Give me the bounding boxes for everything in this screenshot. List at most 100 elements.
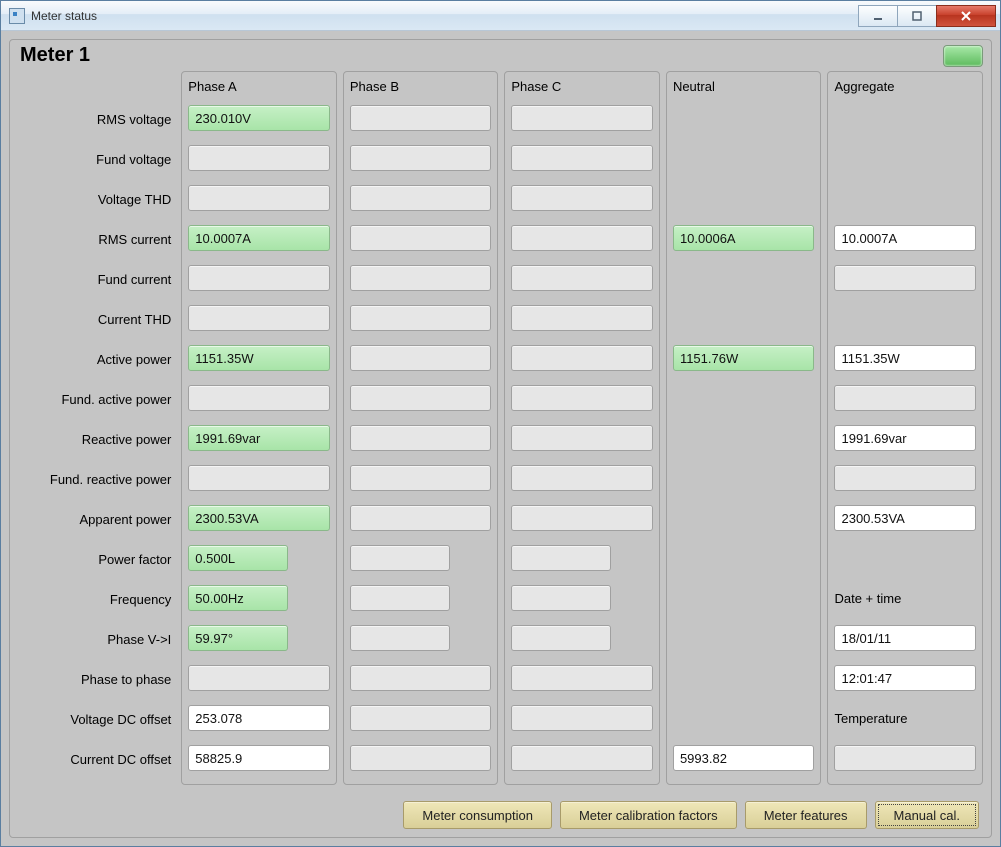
aggregate-temperature-label: Temperature — [834, 698, 976, 738]
phase-a-current-dc-offset: 58825.9 — [188, 745, 330, 771]
phase-c-phase-to-phase — [511, 665, 653, 691]
column-aggregate: Aggregate 10.0007A 1151.35W 1991.69var 2… — [827, 71, 983, 785]
phase-b-fund-current — [350, 265, 492, 291]
phase-c-voltage-dc-offset — [511, 705, 653, 731]
phase-c-rms-current — [511, 225, 653, 251]
phase-c-phase-vi — [511, 625, 611, 651]
minimize-icon — [872, 10, 884, 22]
column-neutral: Neutral 10.0006A 1151.76W — [666, 71, 822, 785]
maximize-icon — [911, 10, 923, 22]
phase-c-current-dc-offset — [511, 745, 653, 771]
aggregate-fund-current — [834, 265, 976, 291]
aggregate-date: 18/01/11 — [834, 625, 976, 651]
phase-b-current-thd — [350, 305, 492, 331]
label-phase-vi: Phase V->I — [18, 619, 173, 659]
label-apparent-power: Apparent power — [18, 499, 173, 539]
meter-calibration-factors-button[interactable]: Meter calibration factors — [560, 801, 737, 829]
close-icon — [960, 10, 972, 22]
phase-a-frequency: 50.00Hz — [188, 585, 288, 611]
phase-c-current-thd — [511, 305, 653, 331]
phase-b-voltage-dc-offset — [350, 705, 492, 731]
close-button[interactable] — [936, 5, 996, 27]
phase-b-phase-vi — [350, 625, 450, 651]
phase-b-frequency — [350, 585, 450, 611]
phase-a-voltage-dc-offset: 253.078 — [188, 705, 330, 731]
neutral-active-power: 1151.76W — [673, 345, 815, 371]
phase-a-rms-voltage: 230.010V — [188, 105, 330, 131]
aggregate-time: 12:01:47 — [834, 665, 976, 691]
phase-c-reactive-power — [511, 425, 653, 451]
phase-b-rms-voltage — [350, 105, 492, 131]
col-header-phase-a: Phase A — [188, 74, 330, 98]
meter-consumption-button[interactable]: Meter consumption — [403, 801, 552, 829]
label-current-dc-offset: Current DC offset — [18, 739, 173, 779]
phase-c-frequency — [511, 585, 611, 611]
titlebar: Meter status — [1, 1, 1000, 31]
minimize-button[interactable] — [858, 5, 898, 27]
phase-a-apparent-power: 2300.53VA — [188, 505, 330, 531]
label-fund-current: Fund current — [18, 259, 173, 299]
phase-a-fund-active-power — [188, 385, 330, 411]
manual-cal-button[interactable]: Manual cal. — [875, 801, 979, 829]
label-fund-reactive-power: Fund. reactive power — [18, 459, 173, 499]
phase-c-power-factor — [511, 545, 611, 571]
main-panel: Meter 1 RMS voltage Fund voltage Voltage… — [9, 39, 992, 838]
column-phase-c: Phase C — [504, 71, 660, 785]
label-reactive-power: Reactive power — [18, 419, 173, 459]
phase-b-fund-active-power — [350, 385, 492, 411]
col-header-neutral: Neutral — [673, 74, 815, 98]
phase-a-fund-reactive-power — [188, 465, 330, 491]
phase-c-fund-voltage — [511, 145, 653, 171]
label-voltage-dc-offset: Voltage DC offset — [18, 699, 173, 739]
phase-b-voltage-thd — [350, 185, 492, 211]
label-frequency: Frequency — [18, 579, 173, 619]
phase-a-fund-voltage — [188, 145, 330, 171]
col-header-phase-c: Phase C — [511, 74, 653, 98]
phase-a-voltage-thd — [188, 185, 330, 211]
neutral-rms-current: 10.0006A — [673, 225, 815, 251]
label-current-thd: Current THD — [18, 299, 173, 339]
phase-b-phase-to-phase — [350, 665, 492, 691]
phase-b-current-dc-offset — [350, 745, 492, 771]
phase-c-fund-current — [511, 265, 653, 291]
phase-b-fund-voltage — [350, 145, 492, 171]
phase-c-fund-reactive-power — [511, 465, 653, 491]
aggregate-active-power: 1151.35W — [834, 345, 976, 371]
col-header-aggregate: Aggregate — [834, 74, 976, 98]
phase-a-active-power: 1151.35W — [188, 345, 330, 371]
phase-b-active-power — [350, 345, 492, 371]
maximize-button[interactable] — [897, 5, 937, 27]
bottom-button-bar: Meter consumption Meter calibration fact… — [18, 801, 983, 829]
meter-features-button[interactable]: Meter features — [745, 801, 867, 829]
label-voltage-thd: Voltage THD — [18, 179, 173, 219]
phase-c-apparent-power — [511, 505, 653, 531]
phase-a-power-factor: 0.500L — [188, 545, 288, 571]
phase-c-fund-active-power — [511, 385, 653, 411]
col-header-phase-b: Phase B — [350, 74, 492, 98]
row-labels-column: RMS voltage Fund voltage Voltage THD RMS… — [18, 71, 175, 779]
phase-a-fund-current — [188, 265, 330, 291]
aggregate-fund-reactive-power — [834, 465, 976, 491]
label-fund-voltage: Fund voltage — [18, 139, 173, 179]
app-icon — [9, 8, 25, 24]
aggregate-apparent-power: 2300.53VA — [834, 505, 976, 531]
phase-a-reactive-power: 1991.69var — [188, 425, 330, 451]
window: Meter status Meter 1 RMS vol — [0, 0, 1001, 847]
measurements-grid: RMS voltage Fund voltage Voltage THD RMS… — [18, 71, 983, 795]
panel-header: Meter 1 — [18, 44, 983, 67]
phase-c-rms-voltage — [511, 105, 653, 131]
label-rms-voltage: RMS voltage — [18, 99, 173, 139]
status-indicator — [943, 45, 983, 67]
phase-b-apparent-power — [350, 505, 492, 531]
aggregate-temperature — [834, 745, 976, 771]
column-phase-a: Phase A 230.010V 10.0007A 1151.35W 1991.… — [181, 71, 337, 785]
aggregate-reactive-power: 1991.69var — [834, 425, 976, 451]
label-active-power: Active power — [18, 339, 173, 379]
label-fund-active-power: Fund. active power — [18, 379, 173, 419]
aggregate-rms-current: 10.0007A — [834, 225, 976, 251]
phase-b-rms-current — [350, 225, 492, 251]
aggregate-date-time-label: Date + time — [834, 578, 976, 618]
phase-b-reactive-power — [350, 425, 492, 451]
phase-a-phase-to-phase — [188, 665, 330, 691]
phase-a-phase-vi: 59.97° — [188, 625, 288, 651]
